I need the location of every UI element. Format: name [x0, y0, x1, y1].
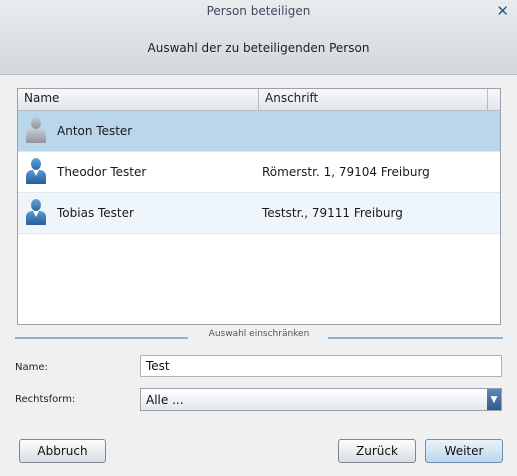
table-row[interactable]: Anton Tester: [18, 111, 500, 152]
column-header-filler: [488, 89, 500, 110]
close-icon[interactable]: ✕: [496, 2, 509, 20]
filter-fieldset: Auswahl einschränken: [15, 329, 503, 343]
legal-form-value: Alle ...: [146, 392, 184, 407]
name-cell: Theodor Tester: [18, 157, 259, 187]
person-grid[interactable]: Name Anschrift Anton Tester Theodor Test…: [17, 88, 501, 325]
person-name: Tobias Tester: [57, 206, 134, 220]
column-header-address[interactable]: Anschrift: [259, 89, 488, 110]
back-button[interactable]: Zurück: [338, 439, 416, 463]
person-icon: [24, 116, 48, 146]
next-button[interactable]: Weiter: [425, 439, 503, 463]
dialog-title: Person beteiligen: [206, 4, 311, 18]
cancel-button[interactable]: Abbruch: [19, 439, 106, 463]
address-cell: Teststr., 79111 Freiburg: [262, 206, 403, 220]
legal-form-label: Rechtsform:: [15, 394, 76, 405]
chevron-down-icon[interactable]: ▼: [487, 389, 501, 410]
name-cell: Tobias Tester: [18, 198, 259, 228]
person-name: Theodor Tester: [57, 165, 147, 179]
legal-form-select[interactable]: Alle ... ▼: [140, 388, 502, 411]
fieldset-divider-right: [328, 337, 503, 339]
grid-header: Name Anschrift: [18, 89, 500, 111]
name-cell: Anton Tester: [18, 116, 259, 146]
dialog-subtitle: Auswahl der zu beteiligenden Person: [147, 41, 370, 55]
person-icon: [24, 157, 48, 187]
dialog-header: Person beteiligen ✕ Auswahl der zu betei…: [0, 0, 517, 75]
address-cell: Römerstr. 1, 79104 Freiburg: [262, 165, 430, 179]
table-row[interactable]: Theodor Tester Römerstr. 1, 79104 Freibu…: [18, 152, 500, 193]
person-name: Anton Tester: [57, 124, 133, 138]
name-label: Name:: [15, 362, 48, 373]
table-row[interactable]: Tobias Tester Teststr., 79111 Freiburg: [18, 193, 500, 234]
person-icon: [24, 198, 48, 228]
name-input[interactable]: [140, 355, 502, 377]
column-header-name[interactable]: Name: [18, 89, 259, 110]
